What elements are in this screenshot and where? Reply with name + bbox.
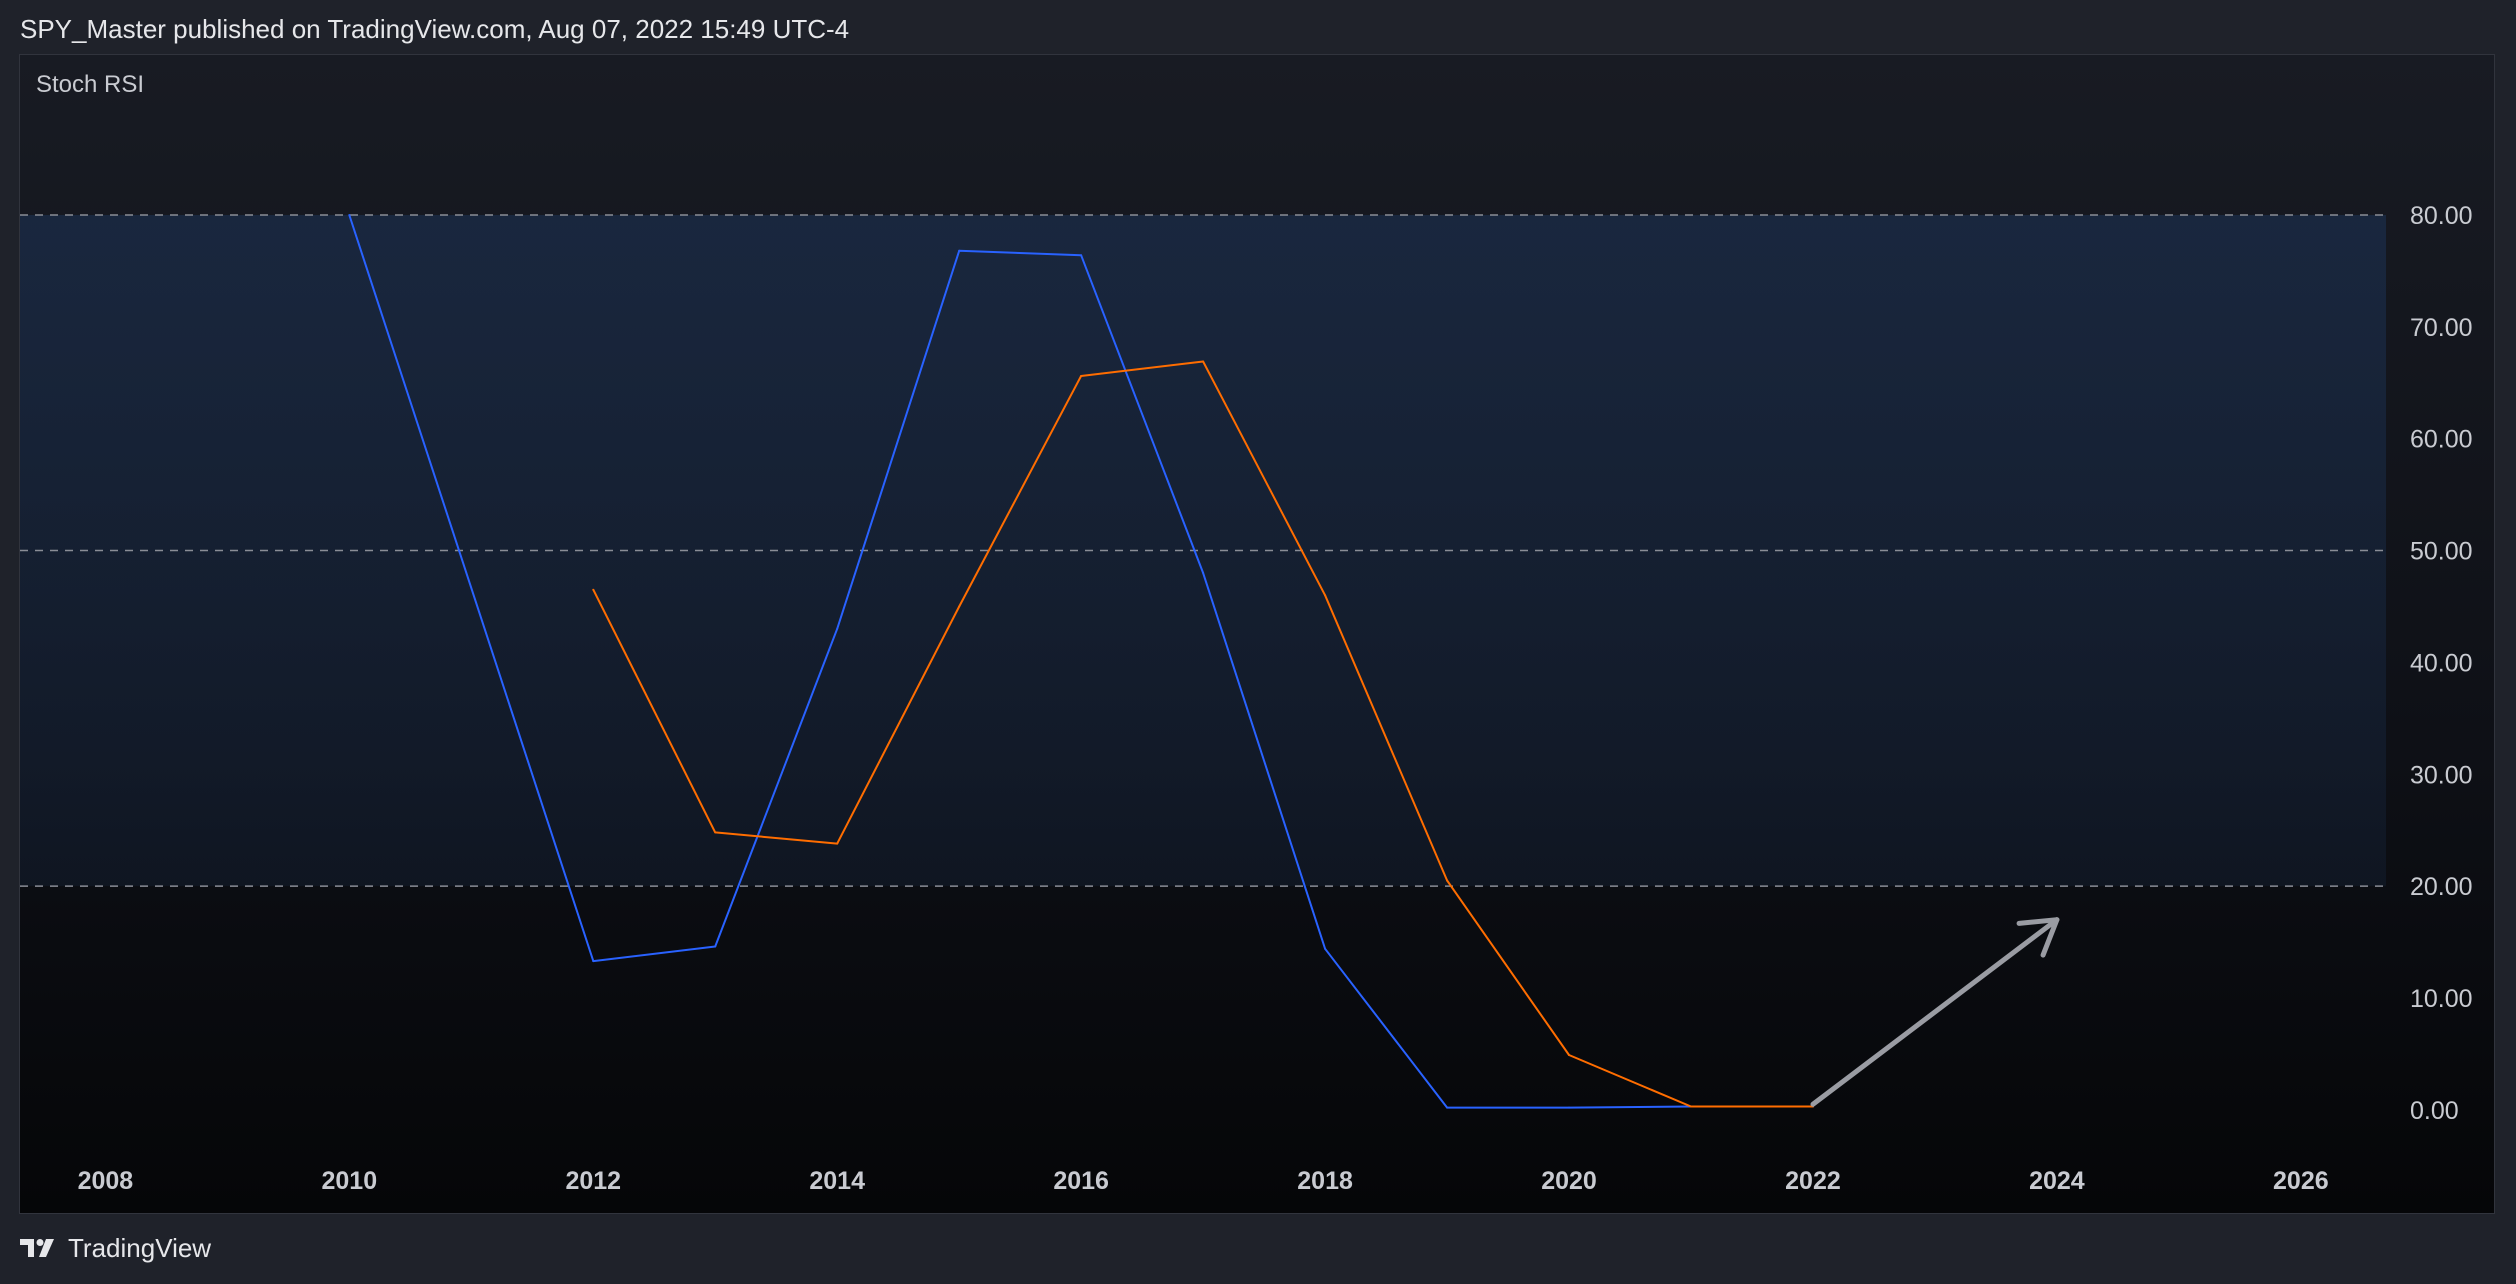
series-0-point — [1568, 1106, 1571, 1109]
x-tick-label: 2014 — [809, 1167, 865, 1195]
footer: TradingView — [20, 1233, 211, 1264]
series-1-point — [1202, 360, 1205, 363]
series-0-point — [1446, 1106, 1449, 1109]
series-0-point — [714, 945, 717, 948]
x-tick-label: 2008 — [78, 1167, 134, 1195]
series-0-point — [1202, 571, 1205, 574]
y-tick-label: 0.00 — [2410, 1097, 2459, 1125]
x-tick-label: 2022 — [1785, 1167, 1841, 1195]
series-1-point — [836, 842, 839, 845]
y-tick-label: 30.00 — [2410, 761, 2473, 789]
y-tick-label: 50.00 — [2410, 538, 2473, 566]
tradingview-logo-icon — [20, 1238, 54, 1257]
y-tick-label: 80.00 — [2410, 202, 2473, 230]
chart-pane[interactable]: 80.00 70.00 60.00 50.00 40.00 30.00 20.00 10.00… — [19, 54, 2495, 1214]
x-tick-label: 2012 — [565, 1167, 621, 1195]
series-0-point — [958, 249, 961, 252]
x-tick-label: 2020 — [1541, 1167, 1597, 1195]
publish-info: SPY_Master published on TradingView.com,… — [20, 14, 850, 44]
series-1-point — [1446, 879, 1449, 882]
series-1-point — [1324, 594, 1327, 597]
x-tick-label: 2026 — [2273, 1167, 2329, 1195]
series-0-point — [1324, 947, 1327, 950]
tradingview-brand: TradingView — [68, 1233, 212, 1263]
x-tick-label: 2018 — [1297, 1167, 1353, 1195]
y-tick-label: 70.00 — [2410, 314, 2473, 342]
series-0-point — [592, 960, 595, 963]
series-1-point — [958, 605, 961, 608]
series-1-point — [714, 831, 717, 834]
x-tick-label: 2016 — [1053, 1167, 1109, 1195]
annotation-arrow-shaft — [1810, 917, 2060, 1107]
series-1-point — [1568, 1054, 1571, 1057]
series-0-point — [348, 213, 351, 216]
y-tick-label: 40.00 — [2410, 649, 2473, 677]
series-1-point — [1689, 1105, 1692, 1108]
y-tick-label: 20.00 — [2410, 873, 2473, 901]
x-tick-label: 2010 — [322, 1167, 378, 1195]
series-1-point — [1080, 375, 1083, 378]
stoch-rsi-chart[interactable]: 80.00 70.00 60.00 50.00 40.00 30.00 20.00 10.00… — [20, 55, 2495, 1214]
series-1-point — [592, 588, 595, 591]
y-tick-label: 60.00 — [2410, 426, 2473, 454]
indicator-label[interactable]: Stoch RSI — [36, 71, 144, 99]
series-0-point — [836, 627, 839, 630]
series-0-point — [1080, 254, 1083, 257]
y-tick-label: 10.00 — [2410, 985, 2473, 1013]
x-tick-label: 2024 — [2029, 1167, 2085, 1195]
